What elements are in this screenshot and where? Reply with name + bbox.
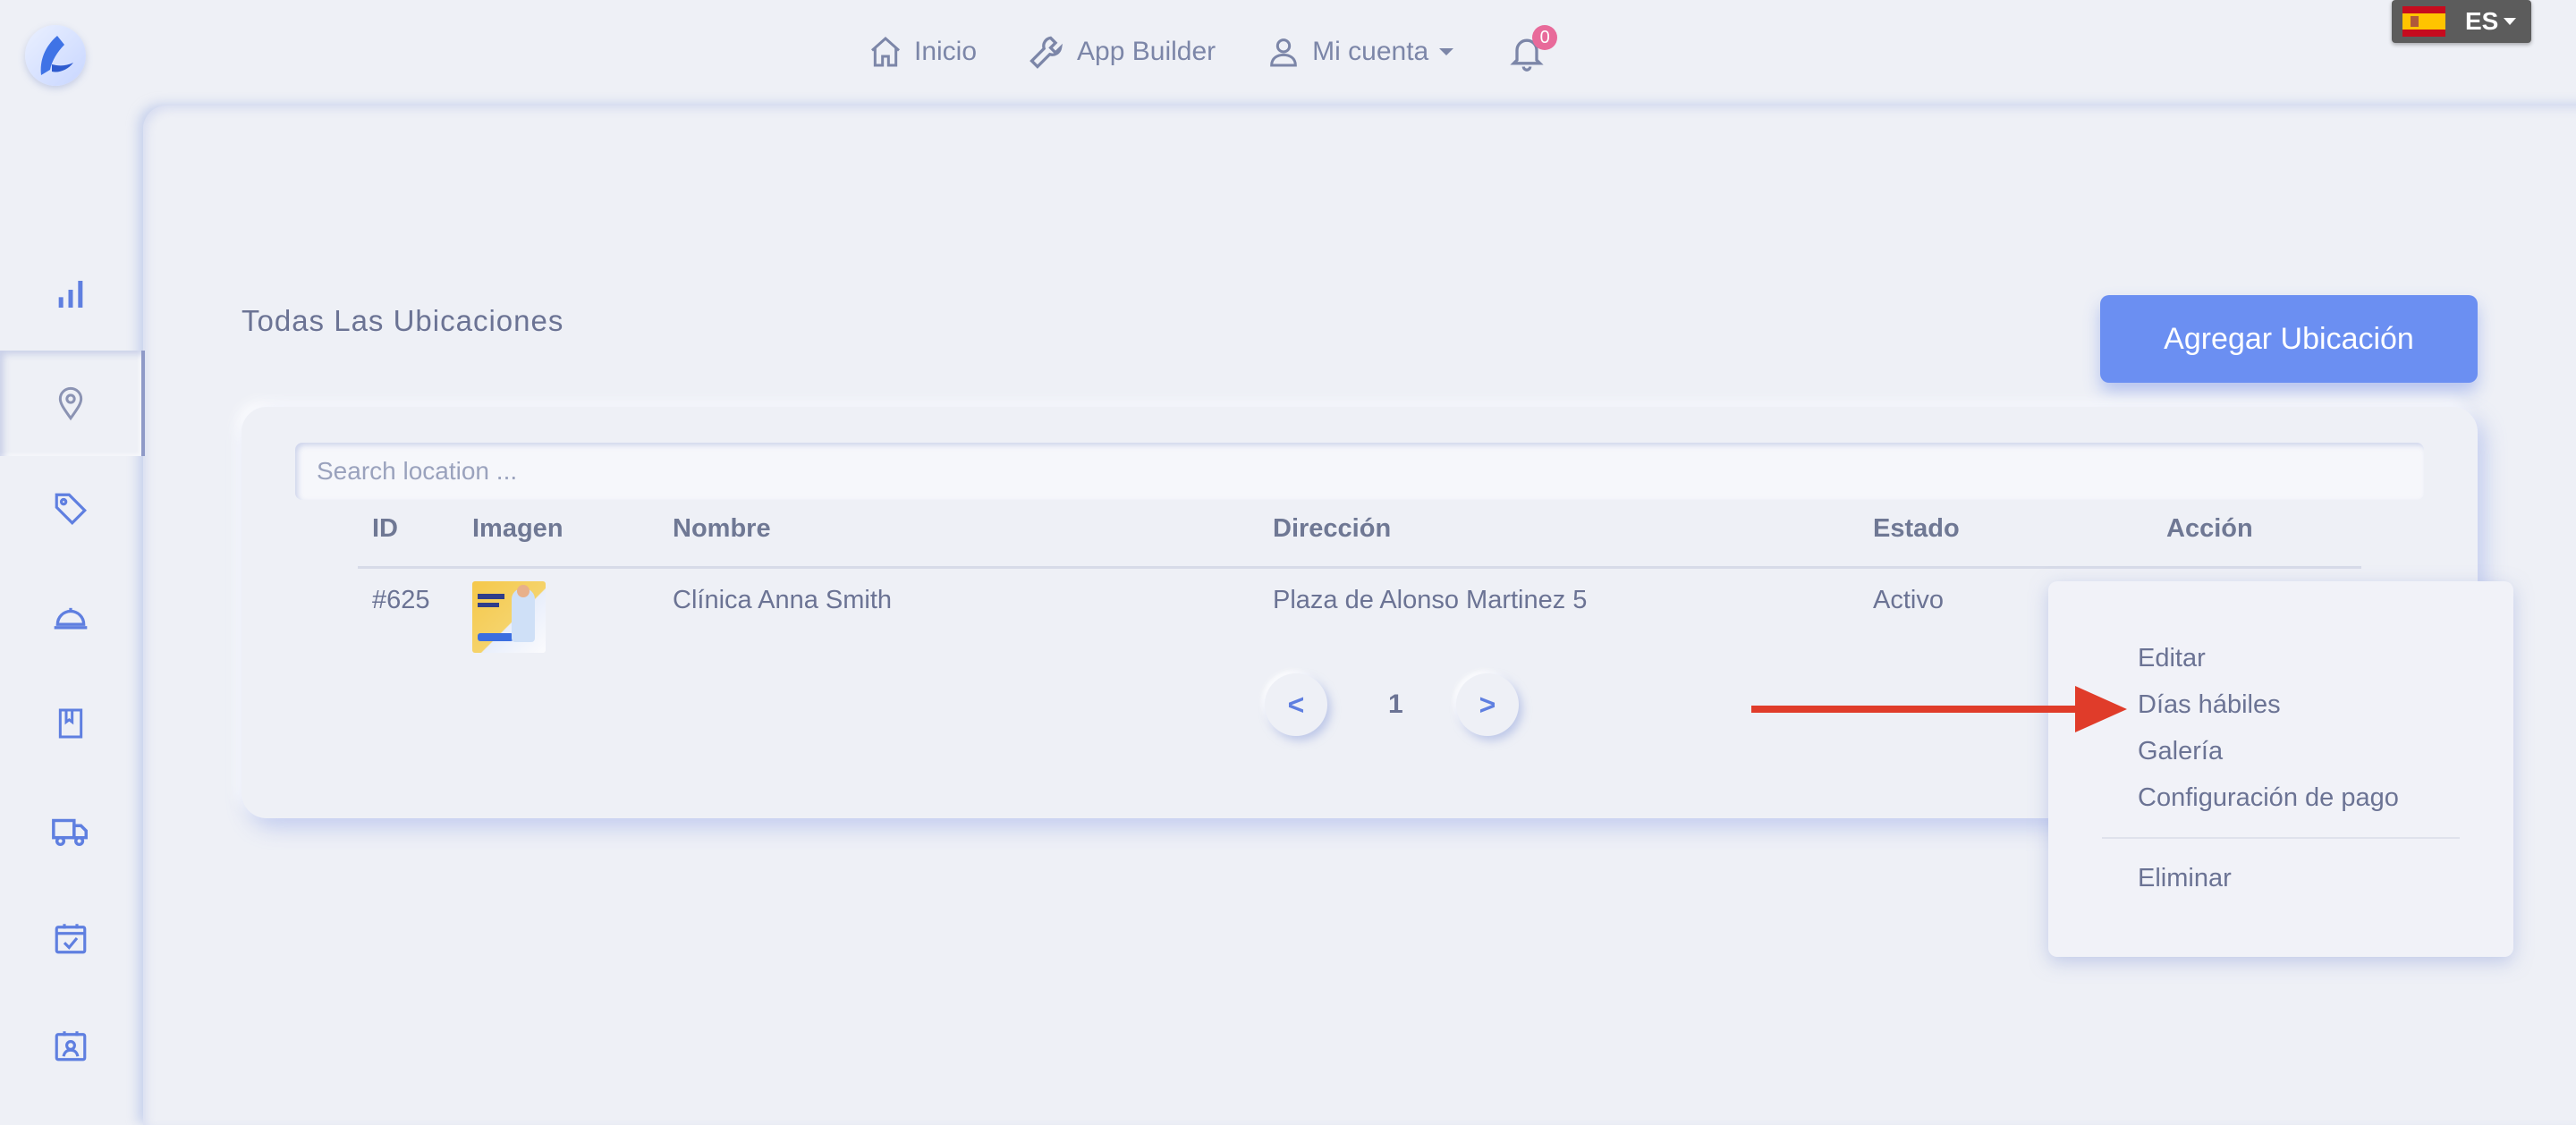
spain-flag-icon [2402,6,2445,37]
wrench-icon [1030,36,1063,69]
add-location-button[interactable]: Agregar Ubicación [2100,295,2478,383]
language-code: ES [2465,7,2499,35]
notifications-button[interactable]: 0 [1507,25,1558,72]
chevron-down-icon [2504,18,2517,25]
row-name: Clínica Anna Smith [673,586,893,614]
search-input[interactable]: Search location ... [295,443,2424,500]
cloche-icon [54,607,88,630]
bookmark-book-icon [58,708,83,739]
notification-count-badge: 0 [1532,25,1558,50]
sidebar-item-delivery[interactable] [0,778,141,884]
map-pin-icon [58,386,83,421]
sidebar-item-tags[interactable] [0,456,141,562]
tag-icon [55,493,87,525]
table-header: ID Imagen Nombre Dirección Estado Acción [358,514,2361,569]
column-header-image: Imagen [472,514,564,543]
annotation-arrow-icon [1751,686,2127,732]
row-action-menu: Editar Días hábiles Galería Configuració… [2048,581,2513,957]
location-thumbnail [472,581,546,653]
chevron-down-icon [1439,48,1454,55]
user-icon [1270,38,1297,67]
nav-app-builder[interactable]: App Builder [1027,32,1216,72]
truck-icon [52,818,88,847]
sidebar-item-dashboard[interactable] [0,241,141,347]
sidebar-item-contacts[interactable] [0,993,141,1098]
column-header-status: Estado [1873,514,1960,543]
nav-mi-cuenta-label: Mi cuenta [1312,37,1429,66]
menu-divider [2102,837,2460,839]
menu-item-galeria[interactable]: Galería [2138,737,2223,766]
pagination-current-page[interactable]: 1 [1388,689,1403,720]
nav-inicio[interactable]: Inicio [868,34,977,70]
contact-calendar-icon [55,1031,87,1062]
app-logo[interactable] [25,25,86,86]
sidebar-item-calendar[interactable] [0,885,141,991]
column-header-id: ID [372,514,398,543]
menu-item-configuracion-de-pago[interactable]: Configuración de pago [2138,783,2399,813]
sidebar-item-locations[interactable] [0,351,145,456]
sidebar-item-services[interactable] [0,563,141,669]
row-id: #625 [372,586,430,614]
calendar-check-icon [55,924,87,954]
page-title: Todas Las Ubicaciones [242,304,564,337]
column-header-name: Nombre [673,514,771,543]
pagination-next-button[interactable]: > [1456,673,1519,736]
row-address: Plaza de Alonso Martinez 5 [1273,586,1588,614]
bar-chart-icon [58,281,83,308]
nav-app-builder-label: App Builder [1077,37,1216,66]
top-navigation: Inicio App Builder Mi cuenta 0 [868,25,1558,79]
nav-mi-cuenta[interactable]: Mi cuenta [1266,34,1454,70]
menu-item-dias-habiles[interactable]: Días hábiles [2138,690,2281,720]
menu-item-eliminar[interactable]: Eliminar [2138,864,2232,893]
home-icon [871,36,900,67]
column-header-action: Acción [2166,514,2253,543]
sidebar-item-bookings[interactable] [0,671,141,776]
pagination-prev-button[interactable]: < [1265,673,1327,736]
row-status: Activo [1873,586,1944,614]
menu-item-editar[interactable]: Editar [2138,644,2206,673]
language-selector[interactable]: ES [2392,0,2531,43]
column-header-address: Dirección [1273,514,1392,543]
nav-inicio-label: Inicio [914,37,978,66]
